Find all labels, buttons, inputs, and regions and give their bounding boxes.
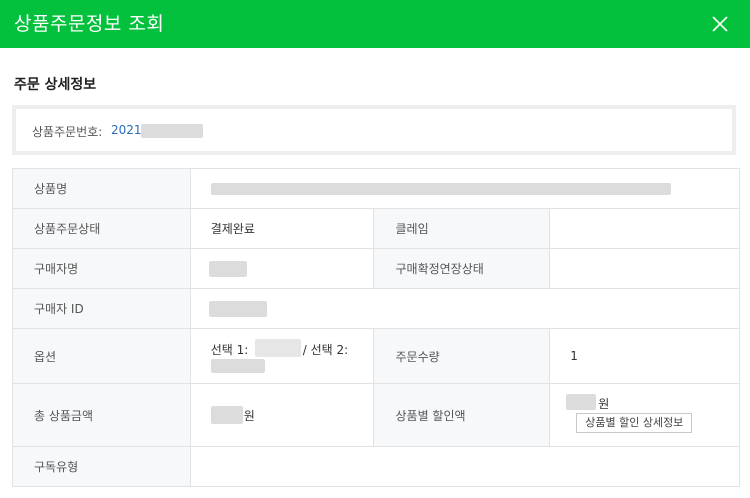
section-title: 주문 상세정보 xyxy=(14,77,97,93)
claim-label: 클레임 xyxy=(373,208,551,249)
row-product-name: 상품명 xyxy=(12,168,741,209)
order-number-box: 상품주문번호: 2021 xyxy=(12,105,736,155)
claim-value xyxy=(549,208,740,249)
option-text-1: 선택 1: xyxy=(210,343,249,357)
total-amount-unit: 원 xyxy=(243,409,255,423)
order-quantity-value: 1 xyxy=(549,328,740,384)
order-quantity-label: 주문수량 xyxy=(373,328,551,384)
redacted-total-amount xyxy=(210,406,243,424)
buyer-name-value xyxy=(189,248,375,289)
discount-detail-button[interactable]: 상품별 할인 상세정보 xyxy=(576,413,693,433)
row-option: 옵션 선택 1: / 선택 2: 주문수량 1 xyxy=(12,328,740,384)
option-value: 선택 1: / 선택 2: xyxy=(189,328,375,384)
redacted-option-2 xyxy=(210,359,265,373)
row-buyer-name: 구매자명 구매확정연장상태 xyxy=(12,248,740,289)
order-status-label: 상품주문상태 xyxy=(12,208,191,249)
total-amount-label: 총 상품금액 xyxy=(12,383,191,447)
redacted-product-name xyxy=(210,183,671,195)
subscription-type-label: 구독유형 xyxy=(12,446,191,487)
purchase-confirm-extension-value xyxy=(549,248,740,289)
row-order-status: 상품주문상태 결제완료 클레임 xyxy=(12,208,740,249)
subscription-type-value xyxy=(189,446,741,487)
order-status-value: 결제완료 xyxy=(189,208,375,249)
product-name-value xyxy=(189,168,741,209)
item-discount-unit: 원 xyxy=(598,397,610,411)
row-subscription: 구독유형 xyxy=(12,446,741,487)
buyer-name-label: 구매자명 xyxy=(12,248,191,289)
order-number-label: 상품주문번호: xyxy=(32,125,103,139)
row-buyer-id: 구매자 ID xyxy=(12,288,741,329)
buyer-id-value xyxy=(189,288,741,329)
order-number-value: 2021 xyxy=(111,123,142,137)
purchase-confirm-extension-label: 구매확정연장상태 xyxy=(373,248,551,289)
option-label: 옵션 xyxy=(12,328,191,384)
order-detail-table: 상품명 상품주문상태 결제완료 클레임 구매자명 구매확정연장상태 구매자 ID… xyxy=(12,168,741,487)
item-discount-label: 상품별 할인액 xyxy=(373,383,551,447)
dialog-header: 상품주문정보 조회 xyxy=(0,0,750,48)
dialog-title: 상품주문정보 조회 xyxy=(14,13,165,35)
redacted-option-1 xyxy=(254,339,301,357)
redacted-order-number xyxy=(141,124,203,138)
item-discount-value: 원 상품별 할인 상세정보 xyxy=(549,383,740,447)
redacted-discount-amount xyxy=(566,394,597,410)
close-icon[interactable] xyxy=(708,12,732,36)
redacted-buyer-id xyxy=(208,301,267,317)
total-amount-value: 원 xyxy=(189,383,375,447)
product-name-label: 상품명 xyxy=(12,168,191,209)
redacted-buyer-name xyxy=(208,261,247,277)
option-text-2: / 선택 2: xyxy=(302,343,349,357)
row-total: 총 상품금액 원 상품별 할인액 원 상품별 할인 상세정보 xyxy=(12,383,740,447)
buyer-id-label: 구매자 ID xyxy=(12,288,191,329)
